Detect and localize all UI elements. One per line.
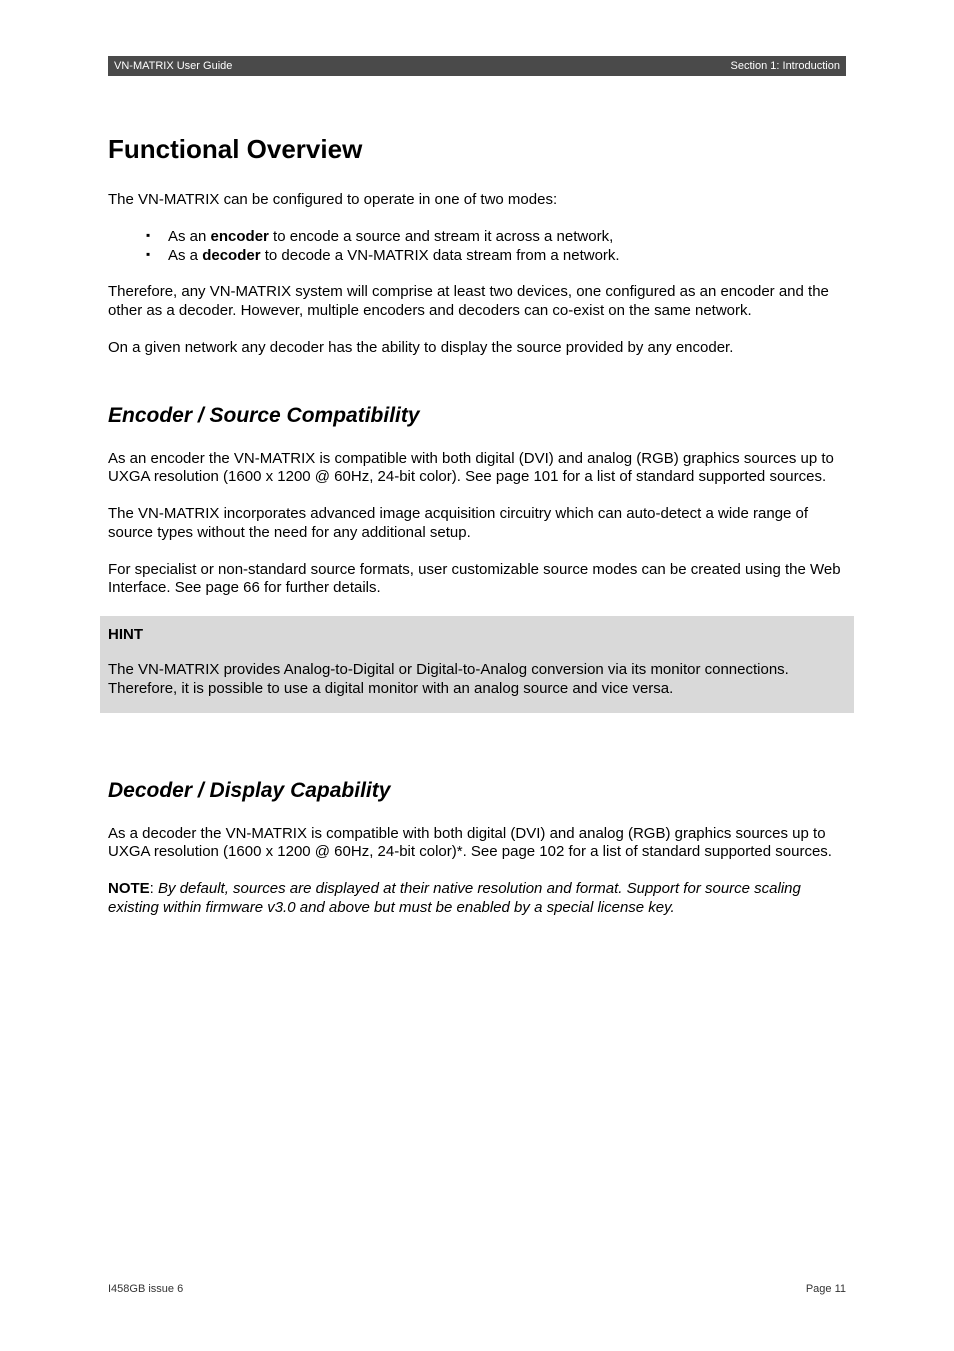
paragraph: As an encoder the VN-MATRIX is compatibl… bbox=[108, 450, 846, 488]
section-heading-encoder: Encoder / Source Compatibility bbox=[108, 404, 846, 428]
page: VN-MATRIX User Guide Section 1: Introduc… bbox=[0, 0, 954, 1351]
bullet-suffix: to encode a source and stream it across … bbox=[269, 228, 613, 245]
footer-left: I458GB issue 6 bbox=[108, 1283, 183, 1295]
footer-right: Page 11 bbox=[806, 1283, 846, 1295]
paragraph: On a given network any decoder has the a… bbox=[108, 339, 846, 358]
section-heading-decoder: Decoder / Display Capability bbox=[108, 779, 846, 803]
bullet-suffix: to decode a VN-MATRIX data stream from a… bbox=[261, 247, 620, 264]
hint-box: HINT The VN-MATRIX provides Analog-to-Di… bbox=[100, 616, 854, 713]
spacer bbox=[108, 713, 846, 751]
header-right: Section 1: Introduction bbox=[731, 60, 840, 72]
header-left: VN-MATRIX User Guide bbox=[114, 60, 232, 72]
hint-title: HINT bbox=[108, 626, 846, 643]
intro-paragraph: The VN-MATRIX can be configured to opera… bbox=[108, 191, 846, 210]
paragraph: For specialist or non-standard source fo… bbox=[108, 561, 846, 599]
bullet-prefix: As an bbox=[168, 228, 211, 245]
bullet-bold: encoder bbox=[211, 228, 269, 245]
bullet-bold: decoder bbox=[202, 247, 260, 264]
spacer bbox=[108, 376, 846, 404]
note-body: By default, sources are displayed at the… bbox=[108, 880, 801, 916]
paragraph: The VN-MATRIX incorporates advanced imag… bbox=[108, 505, 846, 543]
note-paragraph: NOTE: By default, sources are displayed … bbox=[108, 880, 846, 918]
hint-body: The VN-MATRIX provides Analog-to-Digital… bbox=[108, 661, 846, 699]
list-item: As a decoder to decode a VN-MATRIX data … bbox=[108, 247, 846, 266]
spacer bbox=[108, 751, 846, 779]
header-bar: VN-MATRIX User Guide Section 1: Introduc… bbox=[108, 56, 846, 76]
note-sep: : bbox=[150, 880, 158, 897]
page-title: Functional Overview bbox=[108, 134, 846, 165]
bullet-prefix: As a bbox=[168, 247, 202, 264]
paragraph: As a decoder the VN-MATRIX is compatible… bbox=[108, 825, 846, 863]
list-item: As an encoder to encode a source and str… bbox=[108, 228, 846, 247]
note-label: NOTE bbox=[108, 880, 150, 897]
paragraph: Therefore, any VN-MATRIX system will com… bbox=[108, 283, 846, 321]
footer: I458GB issue 6 Page 11 bbox=[108, 1283, 846, 1295]
mode-list: As an encoder to encode a source and str… bbox=[108, 228, 846, 266]
